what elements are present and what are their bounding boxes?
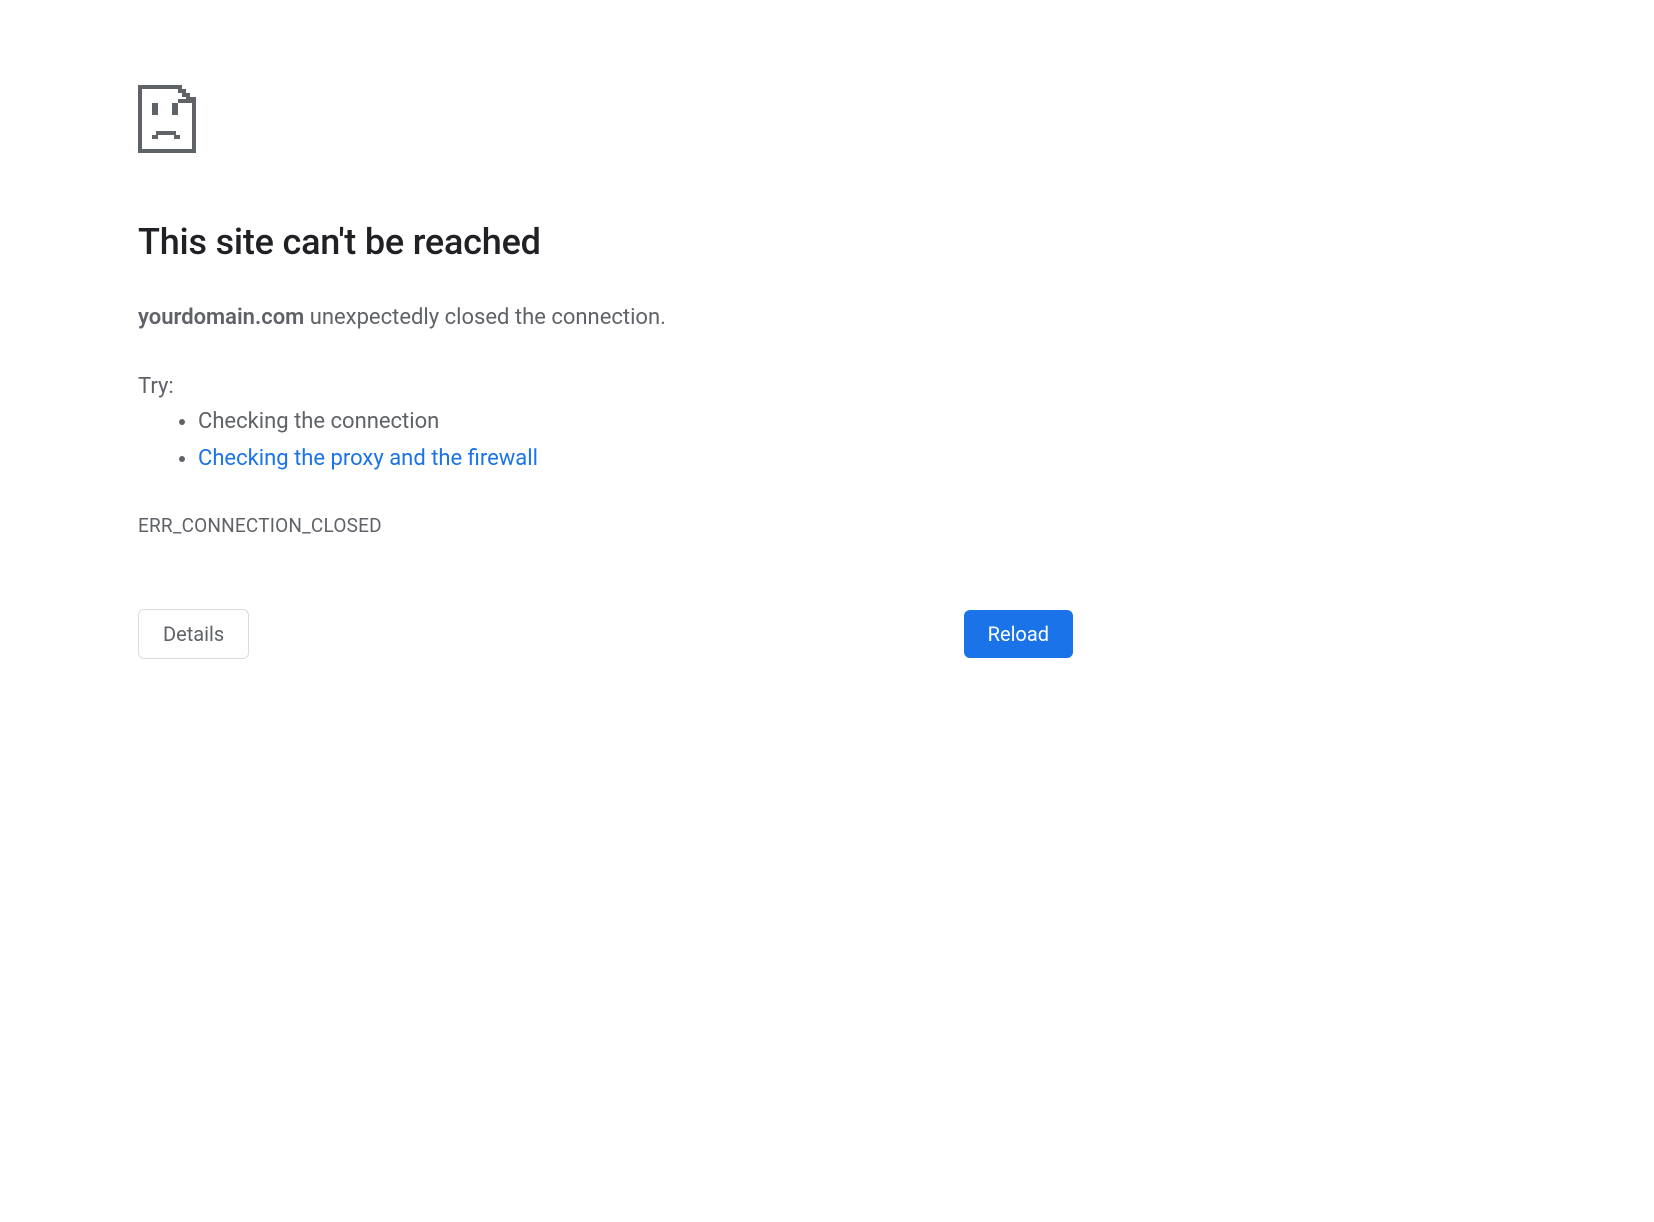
- page-title: This site can't be reached: [138, 221, 1080, 263]
- suggestions-list: Checking the connection Checking the pro…: [138, 403, 1080, 478]
- error-page-container: This site can't be reached yourdomain.co…: [0, 0, 1080, 659]
- suggestion-item-proxy-firewall: Checking the proxy and the firewall: [198, 440, 1080, 477]
- reload-button[interactable]: Reload: [964, 610, 1073, 658]
- sad-page-icon: [138, 85, 1080, 153]
- error-code: ERR_CONNECTION_CLOSED: [138, 514, 1080, 537]
- try-label: Try:: [138, 374, 1080, 399]
- error-message-suffix: unexpectedly closed the connection.: [304, 305, 666, 330]
- proxy-firewall-link[interactable]: Checking the proxy and the firewall: [198, 446, 538, 471]
- details-button[interactable]: Details: [138, 609, 249, 659]
- suggestion-item-connection: Checking the connection: [198, 403, 1080, 440]
- button-row: Details Reload: [138, 609, 1073, 659]
- error-message: yourdomain.com unexpectedly closed the c…: [138, 303, 1080, 334]
- error-domain: yourdomain.com: [138, 305, 304, 330]
